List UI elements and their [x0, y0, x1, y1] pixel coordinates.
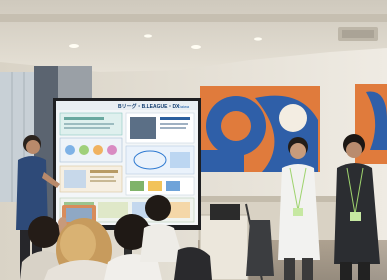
ceiling-light [254, 37, 262, 41]
photo-canvas: Bリーグ・B.LEAGUE・DX Daiwa [0, 0, 387, 280]
ceiling-light [69, 44, 79, 48]
screen-badge: Daiwa [178, 104, 190, 109]
stand [246, 220, 274, 276]
name-badge [350, 212, 361, 221]
ceiling-light [191, 45, 201, 49]
event-photo: Bリーグ・B.LEAGUE・DX Daiwa [0, 0, 387, 280]
wall-mural [200, 84, 387, 172]
tablet [210, 204, 240, 220]
ceiling-beam [0, 14, 387, 22]
name-badge [293, 208, 303, 216]
screen-title: Bリーグ・B.LEAGUE・DX [118, 103, 180, 110]
ceiling-light [144, 34, 152, 38]
